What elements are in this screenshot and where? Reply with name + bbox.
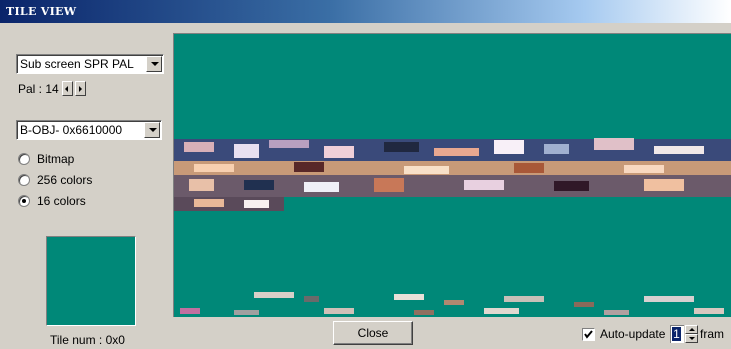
auto-update-label: Auto-update: [600, 327, 666, 341]
frame-count-spinner[interactable]: [685, 325, 698, 343]
radio-bitmap-label: Bitmap: [37, 152, 75, 166]
checkmark-icon: [584, 330, 593, 339]
frame-count-value: 1: [672, 327, 681, 341]
tile-strip-upper: [174, 138, 731, 211]
frame-suffix-label: fram: [700, 327, 724, 341]
pal-next-button[interactable]: [75, 81, 86, 96]
memory-select[interactable]: B-OBJ- 0x6610000: [16, 120, 162, 140]
spin-up-icon[interactable]: [685, 325, 698, 334]
tile-num-label: Tile num : 0x0: [50, 333, 125, 347]
close-button-label: Close: [357, 326, 389, 340]
frame-count-input[interactable]: 1: [670, 325, 684, 343]
tile-preview: [46, 236, 136, 326]
radio-256-colors-label: 256 colors: [37, 173, 93, 187]
tile-canvas[interactable]: [173, 33, 731, 317]
chevron-down-icon[interactable]: [146, 56, 162, 72]
auto-update-checkbox[interactable]: [582, 328, 595, 341]
window-title: TILE VIEW: [6, 5, 77, 18]
radio-icon: [18, 174, 30, 186]
memory-select-value: B-OBJ- 0x6610000: [20, 123, 123, 137]
close-button[interactable]: Close: [333, 321, 413, 345]
palette-select[interactable]: Sub screen SPR PAL: [16, 54, 164, 74]
radio-selected-icon: [18, 195, 30, 207]
palette-select-value: Sub screen SPR PAL: [20, 57, 134, 71]
radio-icon: [18, 153, 30, 165]
tile-graphics: [174, 138, 731, 315]
spin-down-icon[interactable]: [685, 334, 698, 343]
tile-strip-lower: [180, 292, 724, 315]
title-bar: TILE VIEW: [0, 0, 731, 23]
pal-label: Pal : 14: [18, 82, 59, 96]
radio-16-colors-label: 16 colors: [37, 194, 86, 208]
chevron-down-icon[interactable]: [144, 122, 160, 138]
pal-prev-button[interactable]: [62, 81, 73, 96]
